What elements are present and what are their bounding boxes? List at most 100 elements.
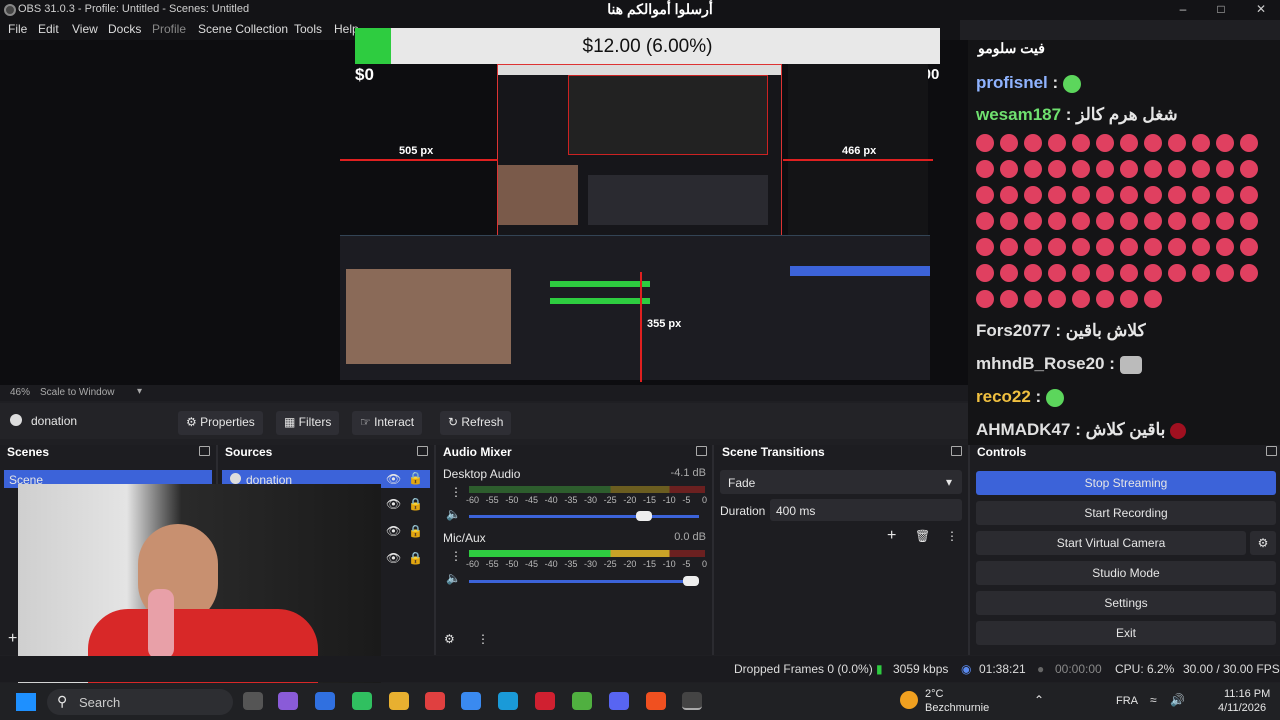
slider-handle[interactable] (635, 511, 652, 521)
close-icon[interactable]: ✕ (1246, 2, 1276, 16)
emote-icon (1096, 134, 1114, 152)
refresh-button[interactable]: ↻ Refresh (440, 411, 512, 435)
stop-streaming-button[interactable]: Stop Streaming (976, 471, 1276, 495)
undock-icon[interactable] (417, 446, 428, 456)
start-recording-button[interactable]: Start Recording (976, 501, 1276, 525)
kebab-menu-icon[interactable]: ⋮ (477, 632, 489, 646)
undock-icon[interactable] (1266, 446, 1277, 456)
menu-scene-collection[interactable]: Scene Collection (198, 22, 288, 36)
meter-tick-label: -40 (544, 495, 558, 505)
edge-icon[interactable] (498, 692, 518, 710)
lock-icon[interactable]: 🔒 (408, 551, 423, 565)
slider-handle[interactable] (683, 576, 699, 586)
cat-emote-icon (1119, 355, 1142, 374)
store-icon[interactable] (461, 692, 481, 710)
speaker-icon[interactable]: 🔈 (446, 571, 461, 585)
app-icon[interactable] (535, 692, 555, 710)
filters-button[interactable]: ▦ Filters (276, 411, 340, 435)
measure-right: 466 px (842, 145, 877, 157)
emote-icon (1072, 212, 1090, 230)
speaker-icon[interactable]: 🔈 (446, 507, 461, 521)
task-view-icon[interactable] (243, 692, 263, 710)
undock-icon[interactable] (199, 446, 210, 456)
visibility-eye-icon[interactable]: 👁 (386, 551, 401, 565)
app-icon[interactable] (425, 692, 445, 710)
virtual-camera-settings-icon[interactable]: ⚙ (1250, 531, 1276, 555)
desktop-volume-slider[interactable] (469, 511, 699, 521)
visibility-eye-icon[interactable]: 👁 (386, 524, 401, 538)
zoom-mode[interactable]: Scale to Window (40, 387, 114, 398)
properties-button[interactable]: ⚙ Properties (178, 411, 263, 435)
refresh-label: Refresh (461, 415, 504, 429)
wifi-icon[interactable]: ≈ (1150, 693, 1157, 707)
emote-icon (1000, 238, 1018, 256)
menu-tools[interactable]: Tools (294, 22, 322, 36)
lock-icon[interactable]: 🔒 (408, 497, 423, 511)
chevron-down-icon[interactable]: ▾ (137, 386, 142, 397)
visibility-eye-icon[interactable]: 👁 (386, 497, 401, 511)
donation-goal-text: $12.00 (6.00%) (582, 36, 713, 57)
kebab-menu-icon[interactable]: ⋮ (450, 549, 462, 563)
nested-panel (588, 175, 768, 225)
interact-button[interactable]: ☞ Interact (352, 411, 423, 435)
emote-icon (1024, 238, 1042, 256)
app-icon[interactable] (572, 692, 592, 710)
taskbar: ⚲ Search 2°C Bezchmurnie ⌃ FRA ≈ 🔊 11:16… (0, 683, 1280, 720)
taskbar-search[interactable]: ⚲ Search (47, 689, 233, 715)
emote-icon (976, 238, 994, 256)
trash-icon[interactable]: 🗑 (915, 529, 930, 543)
preview-canvas[interactable]: $12.00 (6.00%) $0 $200 505 px 466 px 355… (0, 28, 968, 385)
undock-icon[interactable] (696, 446, 707, 456)
lock-icon[interactable]: 🔒 (408, 471, 423, 485)
status-bar: Dropped Frames 0 (0.0%) ▮ 3059 kbps ◉ 01… (0, 656, 1280, 682)
undock-icon[interactable] (951, 446, 962, 456)
menu-profile[interactable]: Profile (152, 22, 186, 36)
chat-user: profisnel (976, 73, 1048, 92)
desktop-audio-ticks: -60 -55 -50 -45 -40 -35 -30 -25 -20 -15 -10 -5 0 (466, 495, 710, 507)
file-explorer-icon[interactable] (389, 692, 409, 710)
chat-line: Fors2077 : كلاش باقين (976, 321, 1146, 341)
volume-icon[interactable]: 🔊 (1170, 693, 1185, 707)
add-transition-icon[interactable]: + (887, 527, 896, 545)
studio-mode-button[interactable]: Studio Mode (976, 561, 1276, 585)
start-virtual-camera-button[interactable]: Start Virtual Camera (976, 531, 1246, 555)
menu-docks[interactable]: Docks (108, 22, 141, 36)
discord-icon[interactable] (609, 692, 629, 710)
exit-button[interactable]: Exit (976, 621, 1276, 645)
emote-icon (1045, 388, 1064, 407)
menu-view[interactable]: View (72, 22, 98, 36)
nested-webcam-feed (346, 269, 511, 364)
clock-time[interactable]: 11:16 PM (1224, 688, 1270, 700)
obs-taskbar-icon[interactable] (682, 692, 702, 710)
tray-chevron-up-icon[interactable]: ⌃ (1034, 693, 1044, 707)
emote-icon (1216, 212, 1234, 230)
zoom-bar: 46% Scale to Window ▾ (0, 385, 968, 401)
lock-icon[interactable]: 🔒 (408, 524, 423, 538)
kebab-menu-icon[interactable]: ⋮ (946, 529, 958, 543)
mic-volume-slider[interactable] (469, 576, 699, 586)
maximize-icon[interactable]: □ (1206, 2, 1236, 16)
visibility-eye-icon[interactable]: 👁 (386, 472, 401, 486)
emote-icon (976, 186, 994, 204)
emote-icon (1240, 264, 1258, 282)
transition-select[interactable]: Fade ▾ (720, 470, 962, 494)
duration-input[interactable]: 400 ms (770, 499, 962, 521)
kebab-menu-icon[interactable]: ⋮ (450, 485, 462, 499)
emote-icon (1096, 212, 1114, 230)
language-indicator[interactable]: FRA (1116, 695, 1138, 707)
weather-temp: 2°C (925, 688, 944, 700)
gear-icon[interactable]: ⚙ (444, 632, 455, 646)
minimize-icon[interactable]: – (1168, 2, 1198, 16)
meter-tick-label: -55 (485, 559, 499, 569)
windows-start-icon[interactable] (16, 693, 36, 711)
app-icon[interactable] (278, 692, 298, 710)
menu-edit[interactable]: Edit (38, 22, 59, 36)
app-icon[interactable] (352, 692, 372, 710)
add-scene-icon[interactable]: + (8, 630, 17, 648)
settings-button[interactable]: Settings (976, 591, 1276, 615)
weather-icon (900, 691, 918, 709)
brave-icon[interactable] (646, 692, 666, 710)
menu-file[interactable]: File (8, 22, 27, 36)
copilot-icon[interactable] (315, 692, 335, 710)
clock-date[interactable]: 4/11/2026 (1218, 702, 1266, 714)
